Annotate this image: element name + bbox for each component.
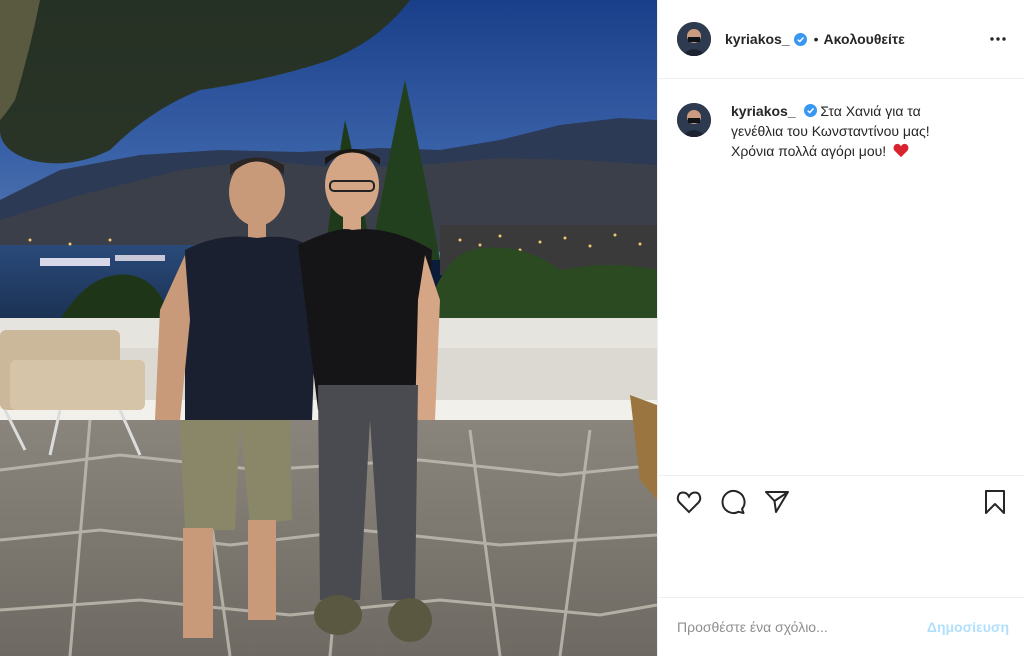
like-button[interactable] bbox=[674, 487, 704, 517]
comment-input[interactable] bbox=[677, 619, 907, 635]
verified-badge-icon bbox=[803, 104, 817, 117]
post-side-panel: kyriakos_ • Ακολουθείτε kyriakos_ Στα Χα… bbox=[657, 0, 1024, 656]
following-button[interactable]: Ακολουθείτε bbox=[824, 31, 905, 47]
add-comment-bar: Δημοσίευση bbox=[658, 597, 1024, 656]
header-username[interactable]: kyriakos_ bbox=[725, 31, 790, 47]
heart-emoji bbox=[893, 143, 909, 158]
more-horizontal-icon bbox=[990, 37, 1006, 41]
share-icon bbox=[765, 491, 789, 513]
comment-button[interactable] bbox=[718, 487, 748, 517]
post-caption: kyriakos_ Στα Χανιά για τα γενέθλια του … bbox=[677, 101, 1007, 161]
caption-username[interactable]: kyriakos_ bbox=[731, 103, 796, 119]
save-button[interactable] bbox=[980, 487, 1010, 517]
photo-image bbox=[0, 0, 657, 656]
post-header: kyriakos_ • Ακολουθείτε bbox=[658, 0, 1024, 79]
post-actions bbox=[658, 475, 1024, 597]
caption-avatar[interactable] bbox=[677, 103, 711, 137]
separator-dot: • bbox=[813, 31, 819, 47]
caption-text-block: kyriakos_ Στα Χανιά για τα γενέθλια του … bbox=[731, 101, 971, 161]
avatar[interactable] bbox=[677, 22, 711, 56]
avatar-image bbox=[677, 103, 711, 137]
post-photo[interactable] bbox=[0, 0, 657, 656]
share-button[interactable] bbox=[762, 487, 792, 517]
bookmark-icon bbox=[985, 490, 1005, 514]
more-options-button[interactable] bbox=[987, 28, 1009, 50]
post-comment-button[interactable]: Δημοσίευση bbox=[927, 619, 1009, 635]
heart-icon bbox=[676, 491, 702, 514]
avatar-image bbox=[677, 22, 711, 56]
comment-icon bbox=[721, 490, 746, 514]
verified-badge-icon bbox=[793, 32, 807, 46]
